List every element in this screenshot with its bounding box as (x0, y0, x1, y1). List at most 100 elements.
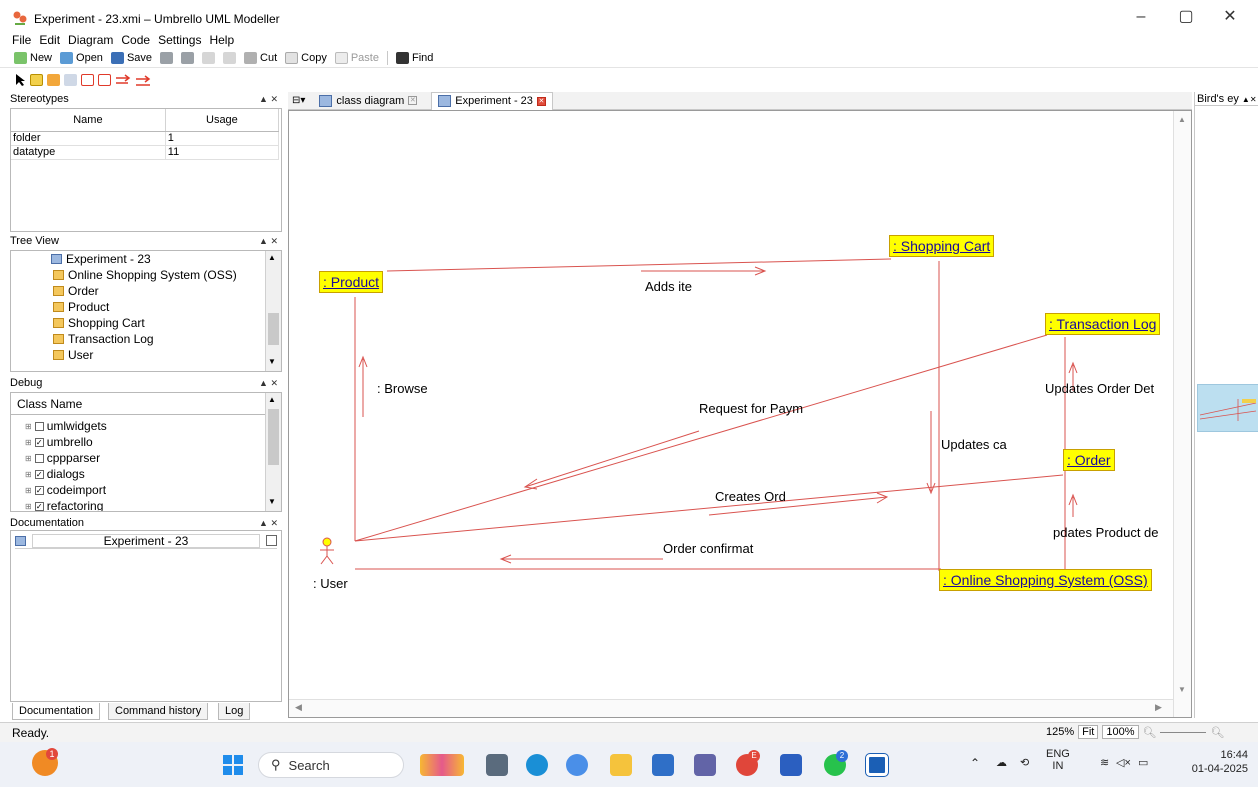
menu-code[interactable]: Code (121, 32, 150, 48)
dock-controls-icon[interactable]: ▲ ✕ (259, 92, 278, 106)
print-icon[interactable] (160, 51, 174, 64)
product-object[interactable]: : Product (319, 271, 384, 293)
table-row[interactable]: datatype 11 (11, 145, 280, 160)
sync-message-icon[interactable] (115, 74, 131, 86)
scroll-thumb[interactable] (268, 313, 279, 345)
scroll-up-icon[interactable]: ▲ (268, 253, 276, 262)
debug-item[interactable]: ⊞ umlwidgets (25, 418, 107, 434)
table-row[interactable]: folder 1 (11, 131, 280, 146)
scroll-down-icon[interactable]: ▼ (268, 357, 276, 366)
tab-command-history[interactable]: Command history (108, 703, 209, 720)
browse-message[interactable]: : Browse (377, 381, 428, 396)
store-icon[interactable] (652, 754, 674, 776)
actor-icon[interactable] (47, 74, 60, 86)
debug-item[interactable]: ⊞ cppparser (25, 450, 100, 466)
select-arrow-icon[interactable] (14, 73, 26, 87)
box-icon[interactable] (81, 74, 94, 86)
maximize-button[interactable]: ▢ (1166, 6, 1206, 28)
checkbox-checked[interactable]: ✓ (34, 469, 44, 479)
save-button[interactable]: Save (110, 51, 152, 64)
language-indicator[interactable]: ENG IN (1046, 748, 1070, 772)
menu-help[interactable]: Help (209, 32, 234, 48)
dock-controls-icon[interactable]: ▲ ✕ (259, 234, 278, 248)
scroll-right-icon[interactable]: ▶ (1155, 702, 1162, 713)
clock[interactable]: 16:44 01-04-2025 (1184, 748, 1248, 776)
tab-menu-icon[interactable]: ⊟▾ (288, 95, 305, 106)
minimize-button[interactable]: – (1121, 6, 1161, 28)
order-object[interactable]: : Order (1063, 449, 1115, 471)
close-button[interactable]: ✕ (1210, 6, 1250, 28)
tree-item-product[interactable]: Product (53, 299, 109, 315)
menu-diagram[interactable]: Diagram (68, 32, 113, 48)
undo-icon[interactable] (202, 51, 216, 64)
windows-start-icon[interactable] (222, 754, 244, 776)
scroll-down-icon[interactable]: ▼ (268, 497, 276, 506)
async-message-icon[interactable] (135, 74, 151, 86)
updates-order-message[interactable]: Updates Order Det (1045, 381, 1154, 396)
zoom-fit-button[interactable]: Fit (1078, 725, 1099, 739)
cut-button[interactable]: Cut (244, 51, 277, 64)
scroll-up-icon[interactable]: ▲ (1178, 115, 1186, 124)
debug-item[interactable]: ⊞ ✓ refactoring (25, 498, 103, 511)
find-button[interactable]: Find (395, 51, 433, 64)
adds-item-message[interactable]: Adds ite (645, 279, 692, 294)
task-view-icon[interactable] (486, 754, 508, 776)
canvas-vertical-scrollbar[interactable]: ▲ ▼ (1173, 111, 1191, 717)
expand-icon[interactable]: ⊞ (25, 470, 32, 479)
note-icon[interactable] (64, 74, 77, 86)
tab-class-diagram[interactable]: class diagram ✕ (313, 92, 423, 110)
dock-controls-icon[interactable]: ▲ ✕ (259, 376, 278, 390)
copy-button[interactable]: Copy (285, 51, 327, 64)
notification-app-icon[interactable]: 1 (32, 748, 58, 776)
canvas-horizontal-scrollbar[interactable]: ◀ ▶ (289, 699, 1173, 717)
column-header-usage[interactable]: Usage (165, 109, 280, 132)
diagram-canvas[interactable]: : Product : Shopping Cart : Transaction … (288, 110, 1192, 718)
umbrello-taskbar-icon[interactable] (865, 753, 889, 777)
checkbox-checked[interactable]: ✓ (34, 437, 44, 447)
scroll-thumb[interactable] (268, 409, 279, 465)
tree-scrollbar[interactable]: ▲ ▼ (265, 251, 281, 371)
word-icon[interactable] (780, 754, 802, 776)
expand-icon[interactable]: ⊞ (25, 502, 32, 511)
zoom-slider[interactable] (1160, 731, 1207, 733)
debug-item[interactable]: ⊞ ✓ dialogs (25, 466, 85, 482)
tree-item-order[interactable]: Order (53, 283, 99, 299)
widgets-icon[interactable] (420, 754, 464, 776)
copilot-icon[interactable] (566, 754, 588, 776)
debug-scrollbar[interactable]: ▲ ▼ (265, 393, 281, 511)
creates-order-message[interactable]: Creates Ord (715, 489, 786, 504)
redo-icon[interactable] (223, 51, 237, 64)
paste-button[interactable]: Paste (334, 51, 379, 64)
debug-item[interactable]: ⊞ ✓ umbrello (25, 434, 93, 450)
tab-documentation[interactable]: Documentation (12, 703, 100, 720)
whatsapp-icon[interactable]: 2 (824, 750, 848, 776)
documentation-textarea[interactable] (11, 551, 281, 701)
checkbox[interactable] (34, 453, 44, 463)
debug-item[interactable]: ⊞ ✓ codeimport (25, 482, 106, 498)
wifi-icon[interactable]: ≋ (1100, 756, 1109, 769)
user-actor-icon[interactable] (317, 537, 337, 567)
text-icon[interactable] (98, 74, 111, 86)
documentation-name-field[interactable]: Experiment - 23 (32, 533, 260, 548)
scroll-down-icon[interactable]: ▼ (1178, 685, 1186, 694)
menu-edit[interactable]: Edit (39, 32, 60, 48)
menu-settings[interactable]: Settings (158, 32, 201, 48)
open-button[interactable]: Open (60, 51, 103, 64)
object-icon[interactable] (30, 74, 43, 86)
debug-column-header[interactable]: Class Name (11, 393, 265, 415)
oss-object[interactable]: : Online Shopping System (OSS) (939, 569, 1152, 591)
new-button[interactable]: New (14, 51, 52, 64)
tray-display-icon[interactable]: ⟲ (1020, 756, 1029, 769)
documentation-checkbox[interactable] (266, 535, 277, 546)
edge-icon[interactable] (526, 754, 548, 776)
expand-icon[interactable]: ⊞ (25, 454, 32, 463)
tree-item-transaction-log[interactable]: Transaction Log (53, 331, 154, 347)
dock-controls-icon[interactable]: ▲ ✕ (259, 516, 278, 530)
checkbox-checked[interactable]: ✓ (34, 501, 44, 511)
updates-cart-message[interactable]: Updates ca (941, 437, 1007, 452)
tab-close-icon[interactable]: ✕ (408, 96, 418, 105)
volume-icon[interactable]: ◁× (1116, 756, 1131, 769)
transaction-log-object[interactable]: : Transaction Log (1045, 313, 1161, 335)
tab-experiment-23[interactable]: Experiment - 23 ✕ (431, 91, 553, 110)
taskbar-search[interactable]: ⚲ Search (258, 752, 404, 778)
